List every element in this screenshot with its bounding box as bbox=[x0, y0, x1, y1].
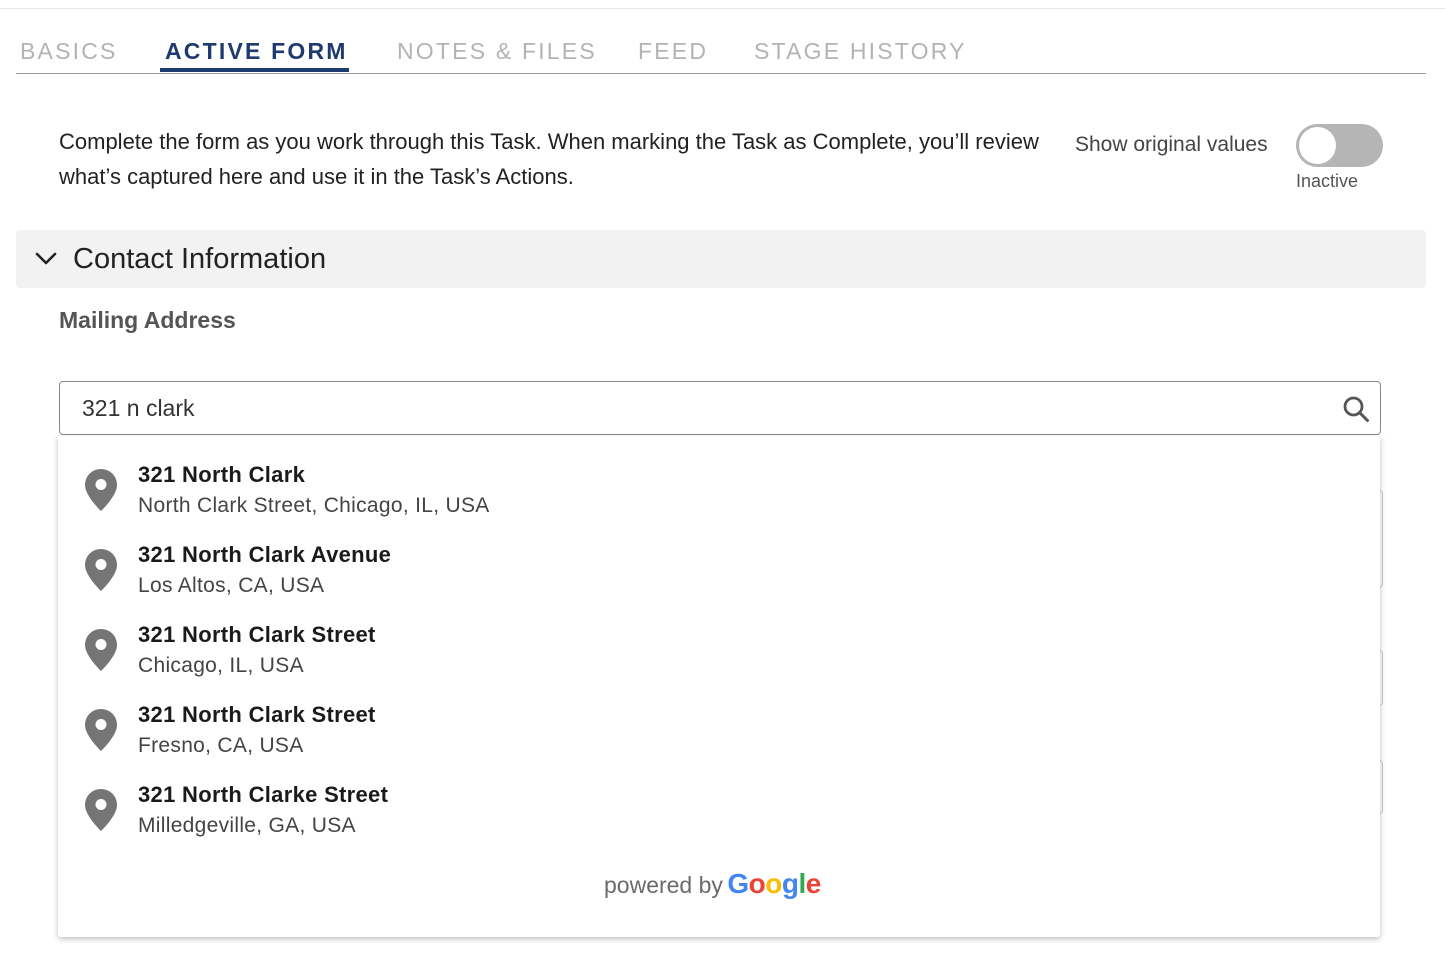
suggestion-secondary-text: Los Altos, CA, USA bbox=[138, 574, 325, 597]
active-tab-indicator bbox=[160, 68, 349, 72]
powered-by-google: powered by Google bbox=[604, 868, 821, 900]
top-divider bbox=[0, 8, 1445, 9]
tab-basics[interactable]: BASICS bbox=[20, 38, 118, 65]
toggle-state-text: Inactive bbox=[1296, 171, 1359, 191]
search-icon[interactable] bbox=[1342, 395, 1370, 423]
toggle-knob bbox=[1299, 127, 1336, 164]
address-suggestion[interactable]: 321 North Clark Street Chicago, IL, USA bbox=[58, 602, 1380, 682]
address-suggestions-dropdown: 321 North Clark North Clark Street, Chic… bbox=[58, 436, 1380, 937]
suggestion-secondary-text: North Clark Street, Chicago, IL, USA bbox=[138, 494, 490, 517]
powered-by-text: powered by bbox=[604, 872, 723, 898]
tab-feed[interactable]: FEED bbox=[638, 38, 708, 65]
suggestion-main-text: 321 North Clark Street bbox=[138, 622, 376, 647]
suggestion-main-text: 321 North Clark Avenue bbox=[138, 542, 392, 567]
mailing-address-field bbox=[59, 381, 1381, 435]
contact-information-section-header[interactable]: Contact Information bbox=[16, 230, 1426, 288]
tab-active-form[interactable]: ACTIVE FORM bbox=[165, 38, 348, 65]
location-pin-icon bbox=[85, 469, 117, 511]
mailing-address-label: Mailing Address bbox=[59, 307, 236, 333]
suggestion-secondary-text: Milledgeville, GA, USA bbox=[138, 814, 356, 837]
suggestion-main-text: 321 North Clarke Street bbox=[138, 782, 389, 807]
address-suggestion[interactable]: 321 North Clarke Street Milledgeville, G… bbox=[58, 762, 1380, 842]
suggestion-main-text: 321 North Clark bbox=[138, 462, 306, 487]
suggestion-secondary-text: Chicago, IL, USA bbox=[138, 654, 304, 677]
tab-stage-history[interactable]: STAGE HISTORY bbox=[754, 38, 967, 65]
show-original-values-label: Show original values bbox=[1075, 133, 1268, 156]
show-original-values-toggle[interactable] bbox=[1296, 124, 1383, 167]
section-title: Contact Information bbox=[73, 243, 327, 275]
address-suggestion[interactable]: 321 North Clark North Clark Street, Chic… bbox=[58, 442, 1380, 522]
suggestion-main-text: 321 North Clark Street bbox=[138, 702, 376, 727]
location-pin-icon bbox=[85, 789, 117, 831]
form-instructions: Complete the form as you work through th… bbox=[59, 129, 1039, 189]
address-suggestion[interactable]: 321 North Clark Street Fresno, CA, USA bbox=[58, 682, 1380, 762]
location-pin-icon bbox=[85, 629, 117, 671]
tab-notes-files[interactable]: NOTES & FILES bbox=[397, 38, 597, 65]
tab-bar: BASICS ACTIVE FORM NOTES & FILES FEED ST… bbox=[16, 30, 1426, 74]
mailing-address-input[interactable] bbox=[60, 382, 1320, 434]
location-pin-icon bbox=[85, 709, 117, 751]
google-logo: Google bbox=[727, 868, 821, 899]
suggestion-secondary-text: Fresno, CA, USA bbox=[138, 734, 304, 757]
chevron-down-icon bbox=[35, 252, 57, 265]
location-pin-icon bbox=[85, 549, 117, 591]
address-suggestion[interactable]: 321 North Clark Avenue Los Altos, CA, US… bbox=[58, 522, 1380, 602]
